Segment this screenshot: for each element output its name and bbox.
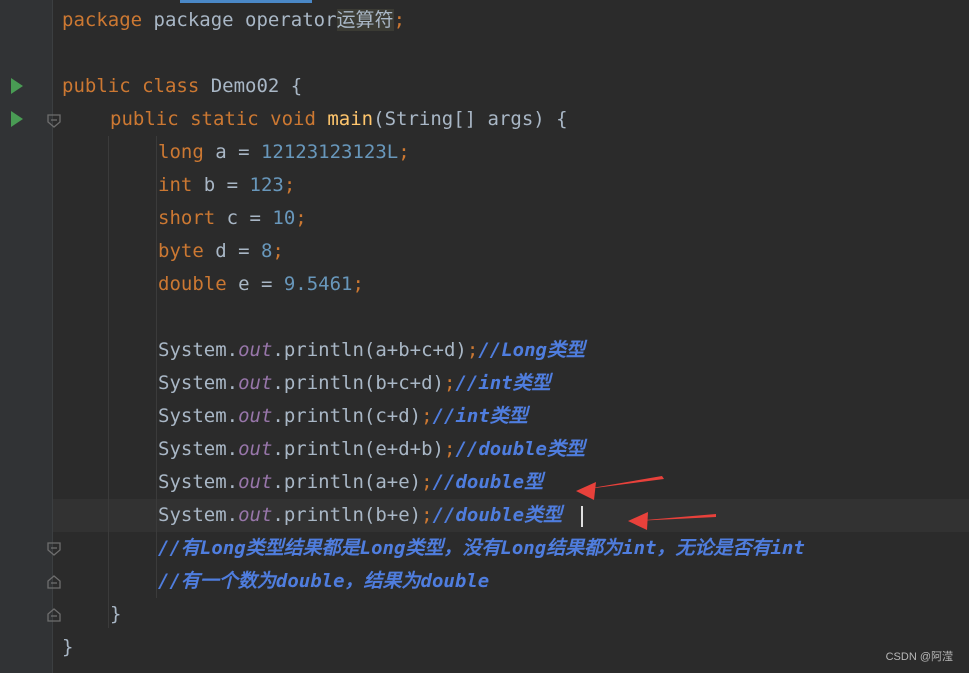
semicolon: ; (352, 273, 364, 295)
out-field: out (238, 471, 273, 493)
println-call: .println(b+c+d) (272, 372, 444, 394)
code-line-class-decl[interactable]: public class Demo02 { (62, 70, 302, 103)
code-comment: //有一个数为double，结果为double (158, 570, 490, 592)
system-ref: System. (158, 372, 239, 394)
gutter-divider (52, 0, 53, 673)
declaration: a = (203, 141, 261, 163)
code-line-comment[interactable]: //有一个数为double，结果为double (158, 565, 489, 598)
semicolon: ; (421, 471, 433, 493)
system-ref: System. (158, 405, 239, 427)
code-line-decl[interactable]: long a = 12123123123L; (158, 136, 410, 169)
code-line-println[interactable]: System.out.println(c+d);//int类型 (158, 400, 528, 433)
number-literal: 123 (249, 174, 284, 196)
code-comment: //double类型 (455, 438, 585, 460)
println-call: .println(c+d) (272, 405, 422, 427)
fold-end-icon[interactable] (46, 574, 62, 590)
declaration: b = (192, 174, 250, 196)
annotation-arrow-icon (576, 476, 664, 500)
code-line-decl[interactable]: byte d = 8; (158, 235, 284, 268)
semicolon: ; (421, 405, 433, 427)
code-line-println[interactable]: System.out.println(e+d+b);//double类型 (158, 433, 585, 466)
closing-brace: } (62, 636, 74, 658)
fold-end-icon[interactable] (46, 607, 62, 623)
println-call: .println(e+d+b) (272, 438, 444, 460)
semicolon: ; (272, 240, 284, 262)
out-field: out (238, 372, 273, 394)
code-line-println[interactable]: System.out.println(a+e);//double型 (158, 466, 543, 499)
method-name: main (327, 108, 374, 130)
declaration: c = (215, 207, 273, 229)
class-name: Demo02 { (210, 75, 303, 97)
type-keyword: double (158, 273, 227, 295)
run-main-icon[interactable] (11, 111, 23, 127)
code-line-decl[interactable]: short c = 10; (158, 202, 307, 235)
annotation-arrow-icon (628, 512, 716, 530)
editor-gutter (0, 0, 52, 673)
semicolon: ; (398, 141, 410, 163)
indent-guide (108, 136, 109, 628)
code-line-println-current[interactable]: System.out.println(b+e);//double类型 (158, 499, 562, 532)
fold-marker-icon[interactable] (46, 113, 62, 129)
system-ref: System. (158, 471, 239, 493)
type-keyword: int (158, 174, 193, 196)
code-line-println[interactable]: System.out.println(a+b+c+d);//Long类型 (158, 334, 585, 367)
code-line-close-method[interactable]: } (110, 598, 121, 631)
out-field: out (238, 504, 273, 526)
package-name: package operator (153, 9, 337, 31)
code-comment: //int类型 (455, 372, 551, 394)
system-ref: System. (158, 438, 239, 460)
out-field: out (238, 405, 273, 427)
type-keyword: long (158, 141, 204, 163)
semicolon: ; (444, 438, 456, 460)
watermark: CSDN @阿滢 (885, 651, 953, 663)
println-call: .println(b+e) (272, 504, 422, 526)
indent-guide (156, 136, 157, 598)
code-comment: //Long类型 (478, 339, 585, 361)
code-line-decl[interactable]: double e = 9.5461; (158, 268, 364, 301)
keyword: public (110, 108, 191, 130)
code-comment: //int类型 (432, 405, 528, 427)
number-literal: 9.5461 (283, 273, 353, 295)
keyword: class (142, 75, 211, 97)
run-class-icon[interactable] (11, 78, 23, 94)
code-comment: //double类型 (432, 504, 563, 526)
method-params: (String[] args) { (373, 108, 568, 130)
code-comment: //double型 (432, 471, 544, 493)
system-ref: System. (158, 504, 239, 526)
type-keyword: short (158, 207, 216, 229)
package-name-cn: 运算符 (336, 9, 394, 31)
code-comment: //有Long类型结果都是Long类型，没有Long结果都为int，无论是否有i… (158, 537, 805, 559)
system-ref: System. (158, 339, 239, 361)
semicolon: ; (393, 9, 406, 31)
closing-brace: } (110, 603, 122, 625)
code-line-package[interactable]: package package operator运算符; (62, 4, 405, 37)
number-literal: 10 (272, 207, 296, 229)
println-call: .println(a+e) (272, 471, 422, 493)
keyword: void (270, 108, 328, 130)
code-line-close-class[interactable]: } (62, 631, 73, 664)
semicolon: ; (466, 339, 479, 361)
keyword: public (62, 75, 143, 97)
semicolon: ; (444, 372, 456, 394)
fold-marker-icon[interactable] (46, 541, 62, 557)
code-line-decl[interactable]: int b = 123; (158, 169, 295, 202)
code-line-main-decl[interactable]: public static void main(String[] args) { (110, 103, 568, 136)
out-field: out (238, 438, 273, 460)
println-call: .println(a+b+c+d) (272, 339, 467, 361)
type-keyword: byte (158, 240, 204, 262)
code-line-println[interactable]: System.out.println(b+c+d);//int类型 (158, 367, 551, 400)
code-line-comment[interactable]: //有Long类型结果都是Long类型，没有Long结果都为int，无论是否有i… (158, 532, 805, 565)
out-field: out (238, 339, 273, 361)
text-caret (581, 506, 583, 527)
declaration: e = (226, 273, 284, 295)
number-literal: 12123123123L (260, 141, 399, 163)
semicolon: ; (283, 174, 296, 196)
keyword: static (190, 108, 271, 130)
semicolon: ; (421, 504, 433, 526)
number-literal: 8 (260, 240, 273, 262)
declaration: d = (203, 240, 261, 262)
semicolon: ; (295, 207, 307, 229)
active-tab-indicator (180, 0, 312, 3)
